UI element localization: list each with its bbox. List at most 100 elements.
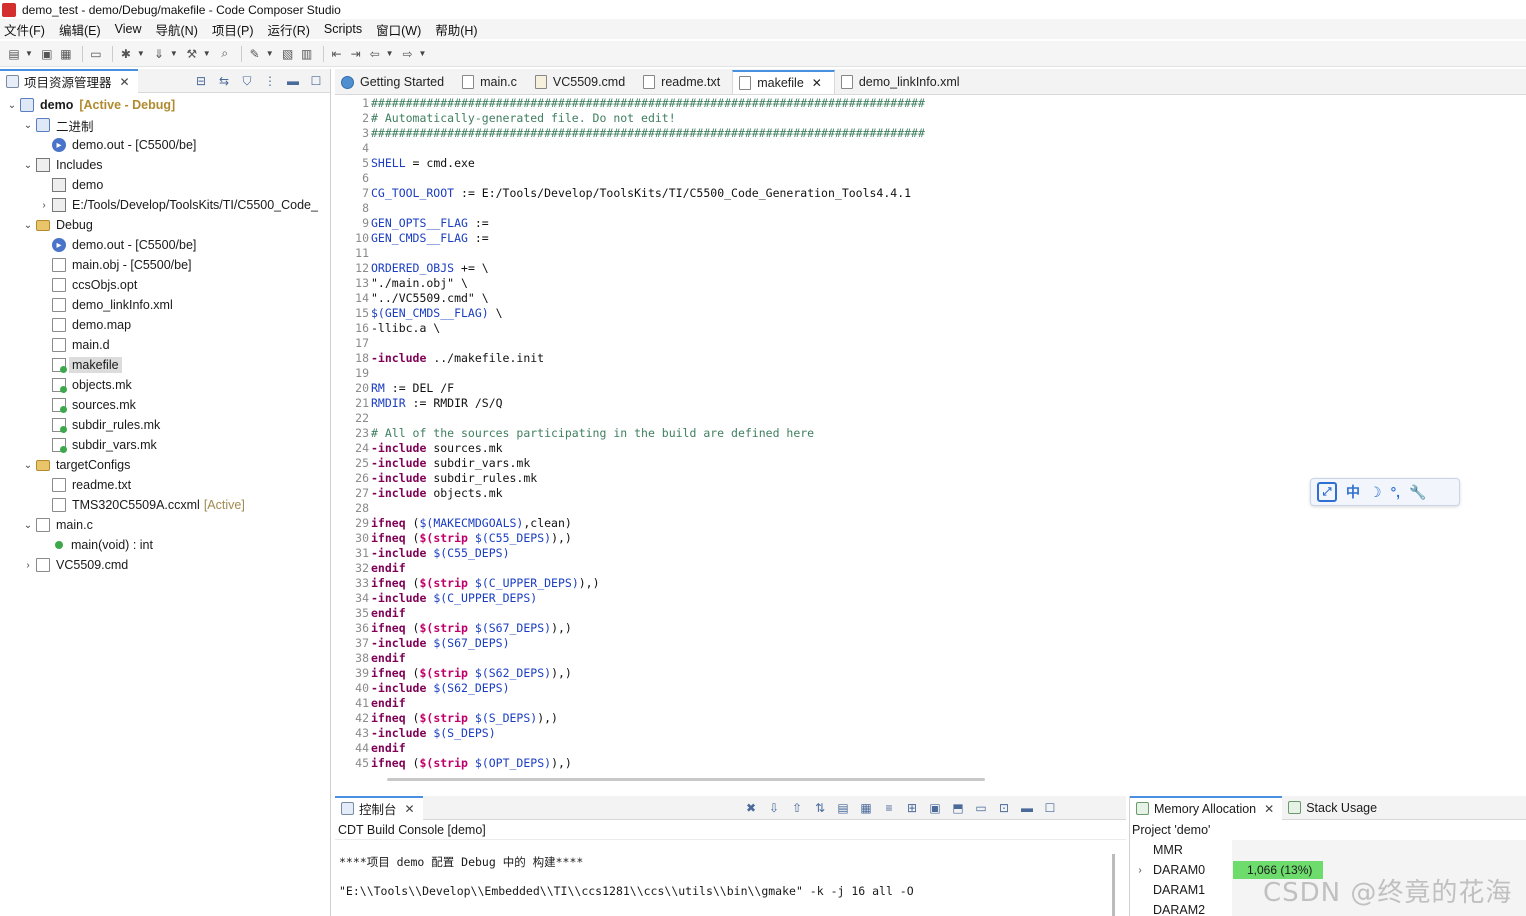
copy-icon[interactable]: ▤ xyxy=(835,800,851,816)
chevron-down-icon[interactable]: ⌄ xyxy=(6,100,18,111)
console-scrollbar[interactable] xyxy=(1112,854,1115,916)
tree-item[interactable]: sources.mk xyxy=(0,395,330,415)
ime-punctuation-icon[interactable]: °, xyxy=(1391,484,1401,500)
chevron-down-icon[interactable]: ⌄ xyxy=(22,520,34,531)
tree-item[interactable]: demo xyxy=(0,175,330,195)
menu-view[interactable]: View xyxy=(115,22,142,36)
toggle-block-icon[interactable]: ▥ xyxy=(299,46,315,62)
new-dropdown-icon[interactable]: ▼ xyxy=(25,49,33,58)
memory-row[interactable]: MMR xyxy=(1130,840,1526,860)
forward-icon[interactable]: ⇨ xyxy=(400,46,416,62)
forward-dropdown-icon[interactable]: ▼ xyxy=(419,49,427,58)
back-icon[interactable]: ⇦ xyxy=(367,46,383,62)
close-icon[interactable]: ✕ xyxy=(812,76,822,90)
chevron-down-icon[interactable]: ⌄ xyxy=(22,460,34,471)
annotation-icon[interactable]: ▧ xyxy=(280,46,296,62)
word-wrap-icon[interactable]: ≡ xyxy=(881,800,897,816)
maximize-icon[interactable]: ☐ xyxy=(1042,800,1058,816)
tree-item[interactable]: ccsObjs.opt xyxy=(0,275,330,295)
editor-tab[interactable]: readme.txt xyxy=(637,70,732,94)
menu-file[interactable]: 文件(F) xyxy=(4,20,45,39)
new-console-icon[interactable]: ⊡ xyxy=(996,800,1012,816)
menu-project[interactable]: 项目(P) xyxy=(212,20,254,39)
chevron-down-icon[interactable]: ⌄ xyxy=(22,220,34,231)
tree-item[interactable]: readme.txt xyxy=(0,475,330,495)
tab-memory-allocation[interactable]: Memory Allocation ✕ xyxy=(1130,795,1283,820)
chevron-right-icon[interactable]: › xyxy=(1130,865,1150,876)
tree-item[interactable]: objects.mk xyxy=(0,375,330,395)
build-dropdown-icon[interactable]: ▼ xyxy=(203,49,211,58)
tab-project-explorer[interactable]: 项目资源管理器 ✕ xyxy=(0,68,138,93)
tree-item[interactable]: main.d xyxy=(0,335,330,355)
tree-item[interactable]: › E:/Tools/Develop/ToolsKits/TI/C5500_Cod… xyxy=(0,195,330,215)
tree-item[interactable]: ⌄ Debug xyxy=(0,215,330,235)
horizontal-scrollbar[interactable] xyxy=(387,778,985,781)
view-menu-icon[interactable]: ⋮ xyxy=(262,73,278,89)
menu-navigate[interactable]: 导航(N) xyxy=(156,20,198,39)
search-icon[interactable]: ⌕ xyxy=(217,46,233,62)
tree-item[interactable]: ⌄ main.c xyxy=(0,515,330,535)
pin-dropdown-icon[interactable]: ▼ xyxy=(266,49,274,58)
menu-scripts[interactable]: Scripts xyxy=(324,22,362,36)
debug-dropdown-icon[interactable]: ▼ xyxy=(137,49,145,58)
editor-tab[interactable]: VC5509.cmd xyxy=(529,70,637,94)
ime-settings-icon[interactable]: 🔧 xyxy=(1409,484,1426,501)
prev-annotation-icon[interactable]: ⇤ xyxy=(329,46,345,62)
build-hammer-icon[interactable]: ⚒ xyxy=(184,46,200,62)
menu-help[interactable]: 帮助(H) xyxy=(435,20,477,39)
tree-item[interactable]: ⌄ demo [Active - Debug] xyxy=(0,95,330,115)
tree-item[interactable]: ⌄ 二进制 xyxy=(0,115,330,135)
ime-chinese-mode-icon[interactable]: 中 xyxy=(1346,482,1360,502)
scroll-lock-icon[interactable]: ⇅ xyxy=(812,800,828,816)
chevron-down-icon[interactable]: ⌄ xyxy=(22,160,34,171)
pin-icon[interactable]: ✎ xyxy=(247,46,263,62)
tree-item[interactable]: subdir_rules.mk xyxy=(0,415,330,435)
close-icon[interactable]: ✕ xyxy=(1264,802,1274,816)
close-icon[interactable]: ✕ xyxy=(120,75,130,89)
tab-console[interactable]: 控制台 ✕ xyxy=(335,795,423,820)
editor-tab[interactable]: demo_linkInfo.xml xyxy=(835,70,972,94)
open-console-icon[interactable]: ⬒ xyxy=(950,800,966,816)
chevron-right-icon[interactable]: › xyxy=(38,200,50,211)
flash-icon[interactable]: ⇓ xyxy=(151,46,167,62)
tree-item[interactable]: ▸ demo.out - [C5500/be] xyxy=(0,135,330,155)
collapse-all-icon[interactable]: ⊟ xyxy=(193,73,209,89)
tree-item[interactable]: TMS320C5509A.ccxml [Active] xyxy=(0,495,330,515)
clear-console-icon[interactable]: ✖ xyxy=(743,800,759,816)
display-console-icon[interactable]: ▣ xyxy=(927,800,943,816)
ime-halfwidth-icon[interactable]: ☽ xyxy=(1369,484,1382,501)
menu-run[interactable]: 运行(R) xyxy=(268,20,310,39)
menu-edit[interactable]: 编辑(E) xyxy=(59,20,101,39)
terminal-icon[interactable]: ▭ xyxy=(88,46,104,62)
code-view[interactable]: 1 #######################################… xyxy=(335,96,1526,770)
pin-console-icon[interactable]: ⊞ xyxy=(904,800,920,816)
chevron-right-icon[interactable]: › xyxy=(22,560,34,571)
minimize-icon[interactable]: ▬ xyxy=(1019,800,1035,816)
new-icon[interactable]: ▤ xyxy=(6,46,22,62)
prev-error-icon[interactable]: ⇧ xyxy=(789,800,805,816)
ime-expand-icon[interactable]: ⤢ xyxy=(1317,482,1337,502)
editor-tab[interactable]: main.c xyxy=(456,70,529,94)
menu-window[interactable]: 窗口(W) xyxy=(376,20,421,39)
chevron-down-icon[interactable]: ⌄ xyxy=(22,120,34,131)
tree-item[interactable]: ⌄ targetConfigs xyxy=(0,455,330,475)
tree-item[interactable]: makefile xyxy=(0,355,330,375)
console-dropdown-icon[interactable]: ▭ xyxy=(973,800,989,816)
tree-item[interactable]: ▸ demo.out - [C5500/be] xyxy=(0,235,330,255)
tree-item[interactable]: demo.map xyxy=(0,315,330,335)
editor-tab[interactable]: Getting Started xyxy=(335,70,456,94)
close-icon[interactable]: ✕ xyxy=(405,802,415,816)
next-annotation-icon[interactable]: ⇥ xyxy=(348,46,364,62)
console-output[interactable]: ****项目 demo 配置 Debug 中的 构建**** "E:\\Tool… xyxy=(335,840,1126,899)
tree-item[interactable]: ⌄ Includes xyxy=(0,155,330,175)
tree-item[interactable]: demo_linkInfo.xml xyxy=(0,295,330,315)
link-editor-icon[interactable]: ⇆ xyxy=(216,73,232,89)
filter-icon[interactable]: ⛉ xyxy=(239,73,255,89)
maximize-icon[interactable]: ☐ xyxy=(308,73,324,89)
tree-item[interactable]: main.obj - [C5500/be] xyxy=(0,255,330,275)
tree-item[interactable]: subdir_vars.mk xyxy=(0,435,330,455)
flash-dropdown-icon[interactable]: ▼ xyxy=(170,49,178,58)
save-all-icon[interactable]: ▦ xyxy=(58,46,74,62)
tree-item[interactable]: main(void) : int xyxy=(0,535,330,555)
minimize-icon[interactable]: ▬ xyxy=(285,73,301,89)
